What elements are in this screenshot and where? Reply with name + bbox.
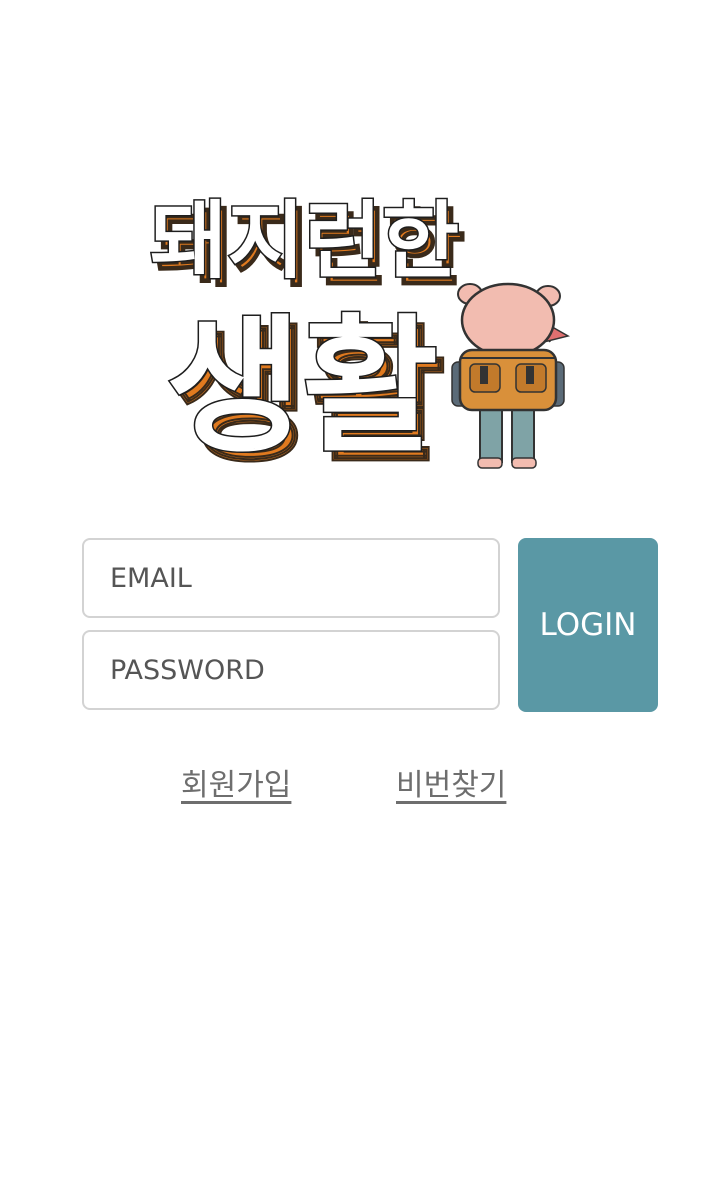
login-button[interactable]: LOGIN	[518, 538, 658, 712]
email-field[interactable]	[82, 538, 500, 618]
logo-text-line2: 생활	[166, 301, 438, 473]
password-field[interactable]	[82, 630, 500, 710]
signup-link[interactable]: 회원가입	[181, 760, 291, 804]
app-logo: 돼지런한 돼지런한 생활 생활	[140, 170, 580, 490]
pig-mascot-icon	[451, 282, 570, 469]
find-password-link[interactable]: 비번찾기	[396, 760, 506, 804]
password-input[interactable]	[84, 632, 498, 708]
logo-text-line1: 돼지런한	[150, 192, 459, 290]
email-input[interactable]	[84, 540, 498, 616]
